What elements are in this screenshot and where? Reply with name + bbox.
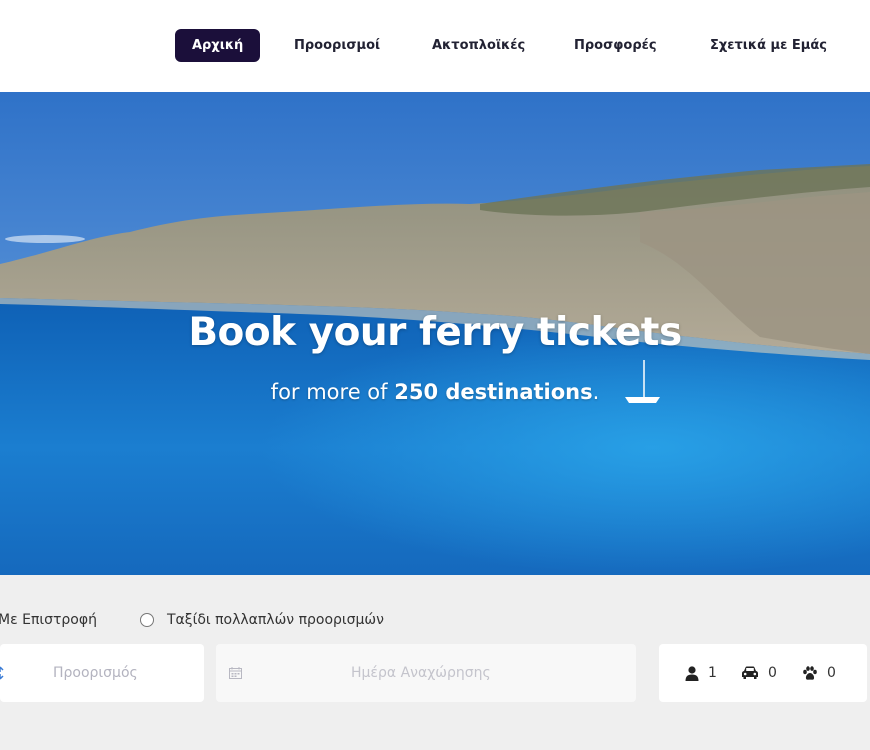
nav-item-destinations[interactable]: Προορισμοί — [294, 29, 380, 62]
hero-subtitle-prefix: for more of — [270, 380, 395, 404]
passenger-count-value: 1 — [708, 665, 717, 681]
trip-option-return-label: Με Επιστροφή — [0, 612, 97, 628]
vehicle-count: 0 — [741, 644, 777, 702]
paw-icon — [803, 665, 817, 680]
pet-count: 0 — [802, 644, 836, 702]
hero-banner: Book your ferry tickets for more of 250 … — [0, 92, 870, 575]
swap-icon — [0, 666, 4, 680]
multi-trip-radio[interactable] — [140, 613, 154, 627]
trip-option-multi[interactable]: Ταξίδι πολλαπλών προορισμών — [140, 612, 384, 628]
nav-item-about[interactable]: Σχετικά με Εμάς — [710, 29, 827, 62]
nav-item-offers[interactable]: Προσφορές — [574, 29, 657, 62]
car-icon — [742, 666, 758, 679]
trip-option-return[interactable]: Με Επιστροφή — [0, 612, 97, 628]
site-header: Αρχική Προορισμοί Ακτοπλοϊκές Προσφορές … — [0, 0, 870, 92]
hero-subtitle-highlight: 250 destinations — [394, 380, 593, 404]
pet-count-value: 0 — [827, 665, 836, 681]
person-icon — [685, 665, 699, 681]
vehicle-count-value: 0 — [768, 665, 777, 681]
nav-item-ferries[interactable]: Ακτοπλοϊκές — [432, 29, 525, 62]
passengers-vehicles-selector[interactable]: 1 0 0 — [659, 644, 867, 702]
departure-date-placeholder: Ημέρα Αναχώρησης — [351, 665, 491, 681]
destination-field[interactable]: Προορισμός — [0, 644, 204, 702]
destination-placeholder: Προορισμός — [53, 665, 138, 681]
hero-title: Book your ferry tickets — [188, 310, 682, 355]
passenger-count: 1 — [685, 644, 717, 702]
trip-option-multi-label: Ταξίδι πολλαπλών προορισμών — [167, 612, 384, 628]
nav-item-home[interactable]: Αρχική — [175, 29, 261, 62]
hero-subtitle: for more of 250 destinations. — [0, 380, 870, 404]
calendar-icon — [229, 667, 242, 679]
hero-subtitle-suffix: . — [592, 380, 600, 404]
departure-date-field[interactable]: Ημέρα Αναχώρησης — [216, 644, 636, 702]
